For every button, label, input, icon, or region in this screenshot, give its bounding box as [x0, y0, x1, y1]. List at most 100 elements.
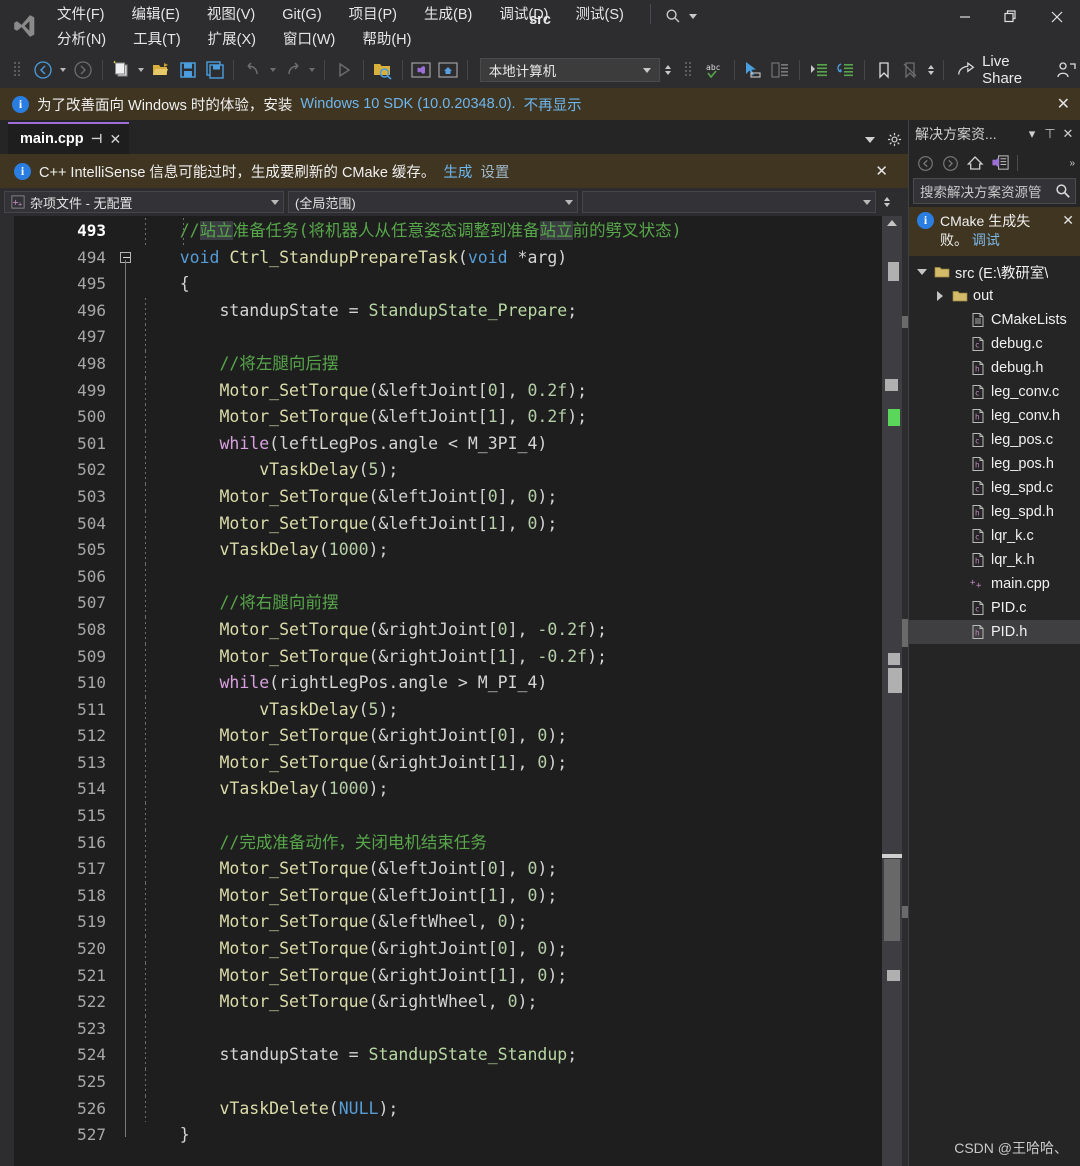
chevron-collapsed-icon[interactable] [933, 291, 946, 301]
chevron-expanded-icon[interactable] [915, 269, 928, 275]
tree-item[interactable]: c debug.c [909, 332, 1080, 356]
code-line[interactable]: Motor_SetTorque(&rightJoint[0], -0.2f); [140, 616, 882, 644]
sdk-install-link[interactable]: Windows 10 SDK (10.0.20348.0). [300, 96, 515, 112]
code-line[interactable] [140, 803, 882, 830]
member-scope-combo[interactable]: (全局范围) [288, 191, 578, 213]
code-line[interactable]: //站立准备任务(将机器人从任意姿态调整到准备站立前的劈叉状态) [140, 218, 882, 245]
new-project-dropdown[interactable] [135, 56, 147, 84]
sdk-notification-close-button[interactable]: ✕ [1057, 94, 1070, 114]
tree-item[interactable]: c PID.c [909, 596, 1080, 620]
navigate-forward-button[interactable] [70, 56, 96, 84]
code-folding-gutter[interactable] [118, 216, 140, 1166]
intellisense-build-link[interactable]: 生成 [443, 161, 472, 182]
home-button[interactable] [965, 153, 985, 173]
tree-item[interactable]: c leg_spd.c [909, 476, 1080, 500]
code-line[interactable]: Motor_SetTorque(&rightJoint[1], 0); [140, 962, 882, 990]
code-line[interactable] [140, 1069, 882, 1096]
menu-build[interactable]: 生成(B) [415, 3, 481, 28]
pin-icon[interactable]: ⊣ [91, 131, 103, 147]
open-file-button[interactable] [148, 56, 174, 84]
overflow-chevron-icon[interactable]: » [1069, 158, 1074, 169]
code-line[interactable]: } [140, 1122, 882, 1149]
scroll-up-arrow-icon[interactable] [887, 220, 897, 226]
new-project-button[interactable] [109, 56, 135, 84]
gear-icon[interactable] [887, 132, 902, 147]
intellisense-close-button[interactable]: ✕ [875, 162, 888, 180]
chevron-down-icon[interactable]: ▾ [1025, 126, 1039, 142]
code-line[interactable]: Motor_SetTorque(&leftJoint[1], 0); [140, 510, 882, 538]
code-line[interactable]: while(rightLegPos.angle > M_PI_4) [140, 670, 882, 697]
tree-item[interactable]: c leg_pos.c [909, 428, 1080, 452]
clear-bookmarks-button[interactable] [898, 56, 924, 84]
code-line[interactable]: Motor_SetTorque(&leftJoint[0], 0); [140, 483, 882, 511]
code-line[interactable]: standupState = StandupState_Prepare; [140, 297, 882, 325]
save-button[interactable] [175, 56, 201, 84]
start-debug-button[interactable] [331, 56, 357, 84]
increase-indent-button[interactable] [806, 56, 832, 84]
code-text-area[interactable]: //站立准备任务(将机器人从任意姿态调整到准备站立前的劈叉状态) void Ct… [140, 216, 882, 1166]
code-line[interactable]: void Ctrl_StandupPrepareTask(void *arg) [140, 245, 882, 272]
tree-item[interactable]: src (E:\教研室\ [909, 260, 1080, 284]
code-line[interactable]: vTaskDelay(5); [140, 457, 882, 484]
code-line[interactable]: Motor_SetTorque(&leftJoint[0], 0.2f); [140, 377, 882, 405]
search-icon[interactable] [1055, 183, 1071, 199]
code-line[interactable]: //将右腿向前摆 [140, 590, 882, 617]
forward-button[interactable] [940, 153, 960, 173]
code-line[interactable]: Motor_SetTorque(&rightJoint[1], 0); [140, 749, 882, 777]
open-folder-search-button[interactable] [370, 56, 396, 84]
menu-extensions[interactable]: 扩展(X) [199, 28, 265, 53]
tree-item[interactable]: + + main.cpp [909, 572, 1080, 596]
cmake-debug-link[interactable]: 调试 [972, 232, 1000, 248]
code-line[interactable]: vTaskDelay(5); [140, 696, 882, 724]
code-line[interactable]: { [140, 271, 882, 298]
redo-dropdown[interactable] [306, 56, 318, 84]
back-button[interactable] [915, 153, 935, 173]
code-line[interactable]: Motor_SetTorque(&rightJoint[0], 0); [140, 723, 882, 750]
menu-window[interactable]: 窗口(W) [274, 28, 344, 53]
menu-debug[interactable]: 调试(D) [490, 3, 557, 28]
redo-button[interactable] [280, 56, 306, 84]
quick-launch-search[interactable] [659, 3, 703, 29]
toolbar-options-icon-2[interactable] [675, 56, 701, 84]
menu-view[interactable]: 视图(V) [198, 3, 264, 28]
code-line[interactable] [140, 563, 882, 591]
pin-icon[interactable]: ⊤ [1043, 126, 1057, 142]
tree-item[interactable]: h debug.h [909, 356, 1080, 380]
cmake-notice-close-button[interactable]: ✕ [1062, 212, 1074, 229]
tree-item[interactable]: h lqr_k.h [909, 548, 1080, 572]
live-share-button[interactable]: Live Share [950, 53, 1053, 87]
tab-main-cpp[interactable]: main.cpp ⊣ ✕ [8, 122, 130, 154]
code-line[interactable]: vTaskDelay(1000); [140, 776, 882, 804]
menu-project[interactable]: 项目(P) [340, 3, 406, 28]
member-list-combo[interactable] [582, 191, 876, 213]
navigate-backward-button[interactable] [31, 56, 57, 84]
live-share-account-button[interactable] [1054, 56, 1080, 84]
spell-check-button[interactable]: abc [702, 56, 728, 84]
code-line[interactable]: vTaskDelete(NULL); [140, 1095, 882, 1123]
tree-item[interactable]: h leg_spd.h [909, 500, 1080, 524]
close-icon[interactable]: ✕ [1061, 126, 1075, 142]
code-line[interactable]: Motor_SetTorque(&rightJoint[1], -0.2f); [140, 643, 882, 671]
tree-item[interactable]: c lqr_k.c [909, 524, 1080, 548]
solution-explorer-button[interactable] [408, 56, 434, 84]
tree-item[interactable]: h leg_conv.h [909, 404, 1080, 428]
debug-target-combo[interactable]: 本地计算机 [479, 58, 661, 82]
code-line[interactable]: while(leftLegPos.angle < M_3PI_4) [140, 430, 882, 458]
code-line[interactable]: Motor_SetTorque(&rightWheel, 0); [140, 989, 882, 1016]
code-line[interactable]: standupState = StandupState_Standup; [140, 1042, 882, 1069]
fold-row[interactable] [118, 245, 140, 272]
sdk-dismiss-link[interactable]: 不再显示 [524, 94, 582, 115]
menu-test[interactable]: 测试(S) [567, 3, 633, 28]
code-line[interactable]: Motor_SetTorque(&leftJoint[1], 0); [140, 882, 882, 910]
compare-files-button[interactable] [767, 56, 793, 84]
toggle-bookmark-button[interactable] [871, 56, 897, 84]
split-view-button[interactable] [880, 188, 894, 216]
menu-help[interactable]: 帮助(H) [353, 28, 420, 53]
tree-item[interactable]: c leg_conv.c [909, 380, 1080, 404]
minimize-button[interactable] [942, 0, 988, 34]
scrollbar-thumb[interactable] [884, 859, 900, 941]
solution-search-input[interactable]: 搜索解决方案资源管 [913, 178, 1076, 204]
menu-file[interactable]: 文件(F) [48, 3, 114, 28]
code-line[interactable]: Motor_SetTorque(&rightJoint[0], 0); [140, 936, 882, 963]
solution-file-tree[interactable]: src (E:\教研室\ out CMakeLists c debug.c h debug.… [909, 256, 1080, 1166]
